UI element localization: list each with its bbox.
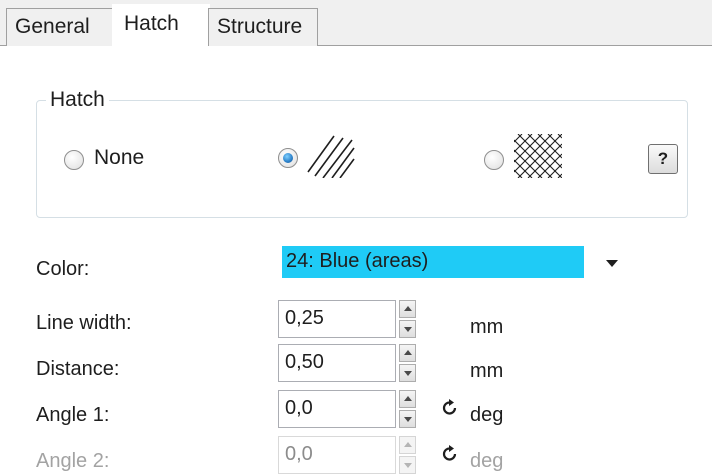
- line-width-label: Line width:: [36, 312, 132, 334]
- tab-structure[interactable]: Structure: [208, 8, 318, 46]
- spin-up-button[interactable]: [399, 300, 416, 318]
- line-width-input[interactable]: 0,25: [278, 300, 396, 338]
- angle1-unit: deg: [470, 404, 504, 426]
- angle1-input[interactable]: 0,0: [278, 390, 396, 428]
- hatch-crosshatch-radio[interactable]: [484, 150, 504, 170]
- line-width-spinner[interactable]: [399, 300, 416, 338]
- spin-down-button[interactable]: [399, 410, 416, 428]
- spin-down-button[interactable]: [399, 364, 416, 382]
- color-label: Color:: [36, 258, 90, 280]
- angle1-spinner[interactable]: [399, 390, 416, 428]
- spin-down-button[interactable]: [399, 456, 416, 474]
- help-button[interactable]: ?: [648, 144, 678, 174]
- line-width-unit: mm: [470, 316, 504, 338]
- angle2-unit: deg: [470, 450, 504, 472]
- rotate-icon[interactable]: [440, 444, 460, 464]
- spin-up-button[interactable]: [399, 390, 416, 408]
- angle2-label: Angle 2:: [36, 450, 110, 472]
- tab-strip: General Hatch Structure: [0, 0, 712, 47]
- angle2-input[interactable]: 0,0: [278, 436, 396, 474]
- tab-general[interactable]: General: [6, 8, 114, 46]
- hatch-group-legend: Hatch: [46, 88, 109, 112]
- diagonal-lines-pattern-icon[interactable]: [306, 134, 356, 178]
- hatch-none-label[interactable]: None: [94, 146, 144, 170]
- spin-up-button[interactable]: [399, 344, 416, 362]
- crosshatch-pattern-icon[interactable]: [514, 134, 562, 178]
- angle2-spinner[interactable]: [399, 436, 416, 474]
- distance-input[interactable]: 0,50: [278, 344, 396, 382]
- distance-unit: mm: [470, 360, 504, 382]
- rotate-icon[interactable]: [440, 398, 460, 418]
- angle1-label: Angle 1:: [36, 404, 110, 426]
- spin-up-button[interactable]: [399, 436, 416, 454]
- color-select-value[interactable]: 24: Blue (areas): [282, 246, 584, 278]
- spin-down-button[interactable]: [399, 320, 416, 338]
- tab-hatch[interactable]: Hatch: [112, 4, 210, 47]
- hatch-diagonal-radio[interactable]: [278, 148, 298, 168]
- distance-spinner[interactable]: [399, 344, 416, 382]
- hatch-none-radio[interactable]: [64, 150, 84, 170]
- color-select[interactable]: 24: Blue (areas): [278, 242, 632, 284]
- chevron-down-icon[interactable]: [606, 260, 618, 267]
- distance-label: Distance:: [36, 358, 120, 380]
